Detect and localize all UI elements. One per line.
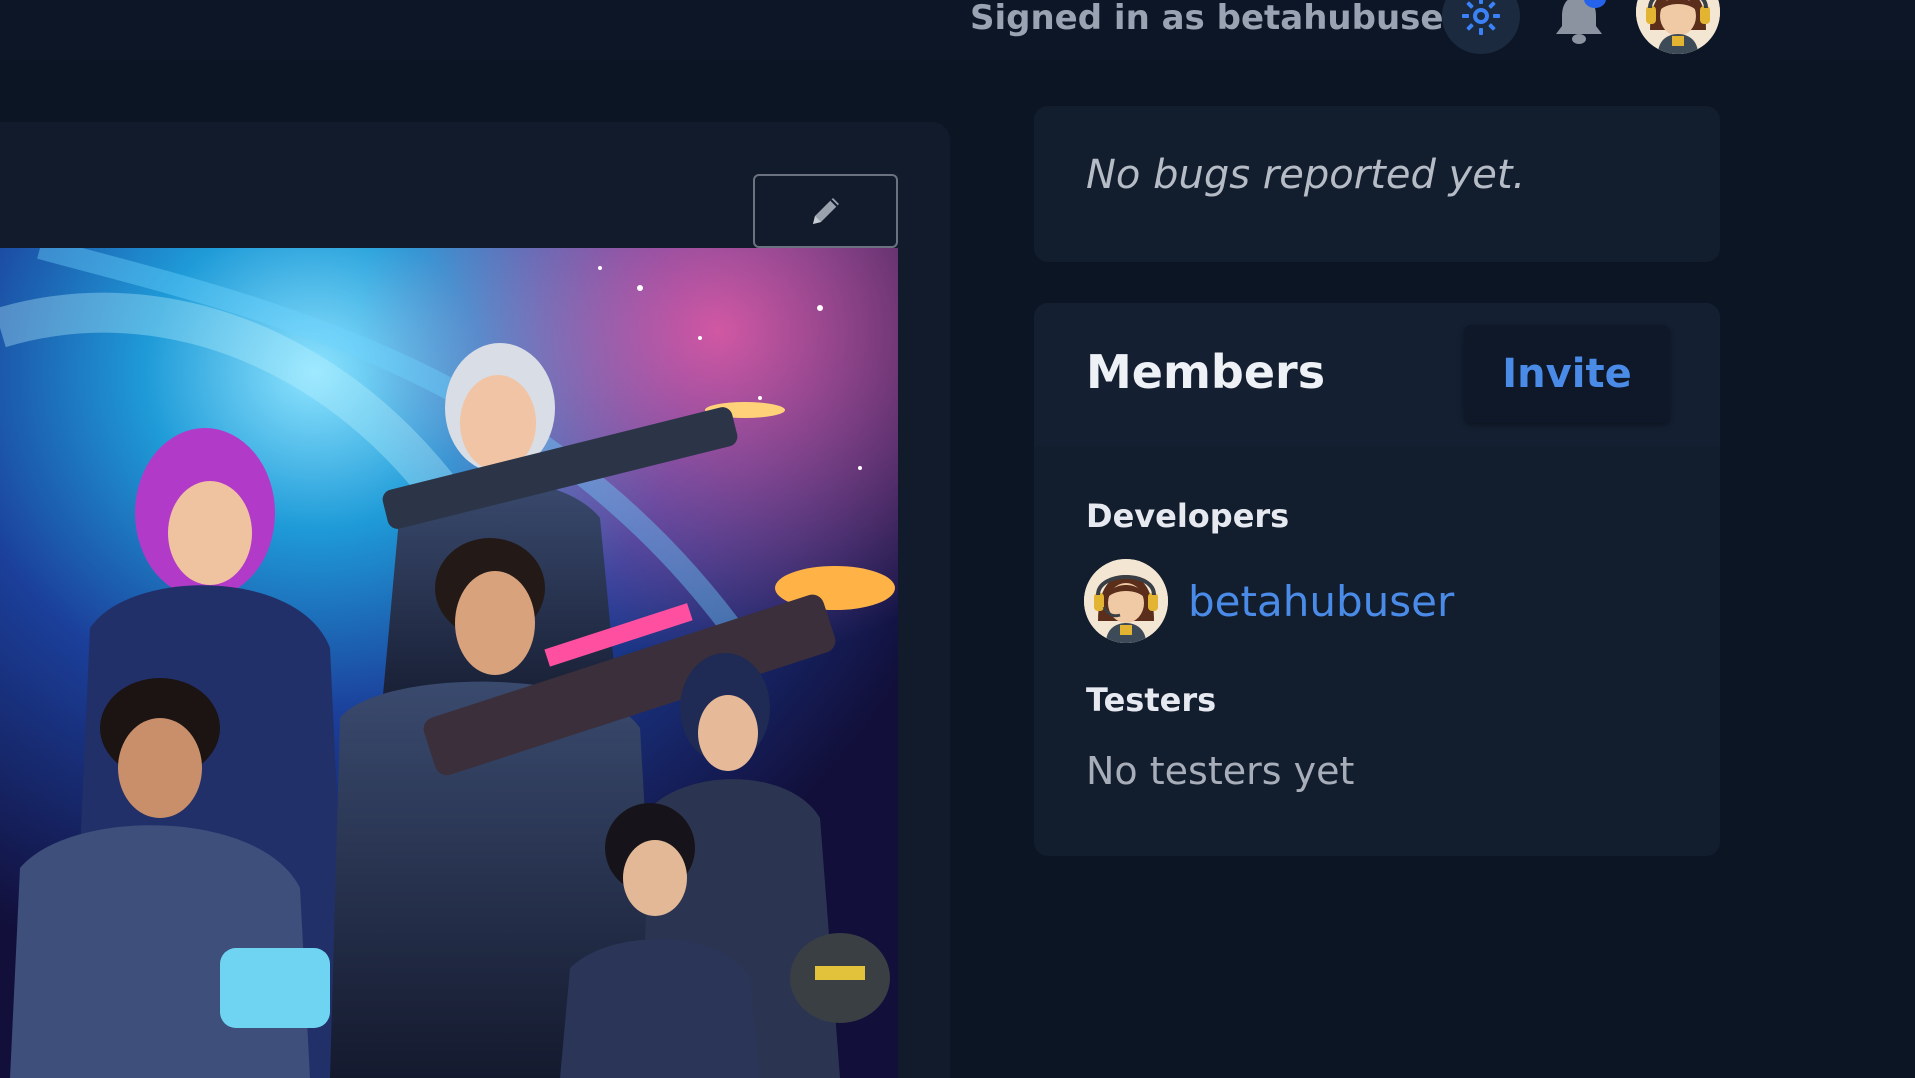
avatar-icon: [1636, 0, 1720, 54]
developers-heading: Developers: [1086, 497, 1290, 535]
pencil-icon: [812, 198, 839, 224]
signed-in-text: Signed in as betahubuser: [970, 0, 1461, 38]
testers-heading: Testers: [1086, 681, 1217, 719]
avatar-icon: [1084, 559, 1168, 643]
top-bar: Signed in as betahubuser: [0, 0, 1915, 60]
game-cover-art: [0, 248, 898, 1078]
member-item[interactable]: betahubuser: [1084, 558, 1454, 644]
edit-cover-button[interactable]: [753, 174, 898, 248]
theme-toggle-button[interactable]: [1442, 0, 1520, 54]
project-cover-image: [0, 248, 898, 1078]
member-name-link[interactable]: betahubuser: [1188, 577, 1454, 626]
members-header: Members Invite: [1034, 303, 1720, 446]
no-testers-text: No testers yet: [1086, 749, 1355, 793]
invite-button[interactable]: Invite: [1464, 325, 1670, 423]
member-avatar: [1084, 559, 1168, 643]
no-bugs-text: No bugs reported yet.: [1086, 152, 1526, 198]
sun-icon: [1462, 0, 1500, 35]
bugs-card: No bugs reported yet.: [1034, 106, 1720, 262]
members-title: Members: [1086, 345, 1326, 399]
members-card: Members Invite Developers betahubuser Te…: [1034, 303, 1720, 856]
user-avatar[interactable]: [1636, 0, 1720, 54]
